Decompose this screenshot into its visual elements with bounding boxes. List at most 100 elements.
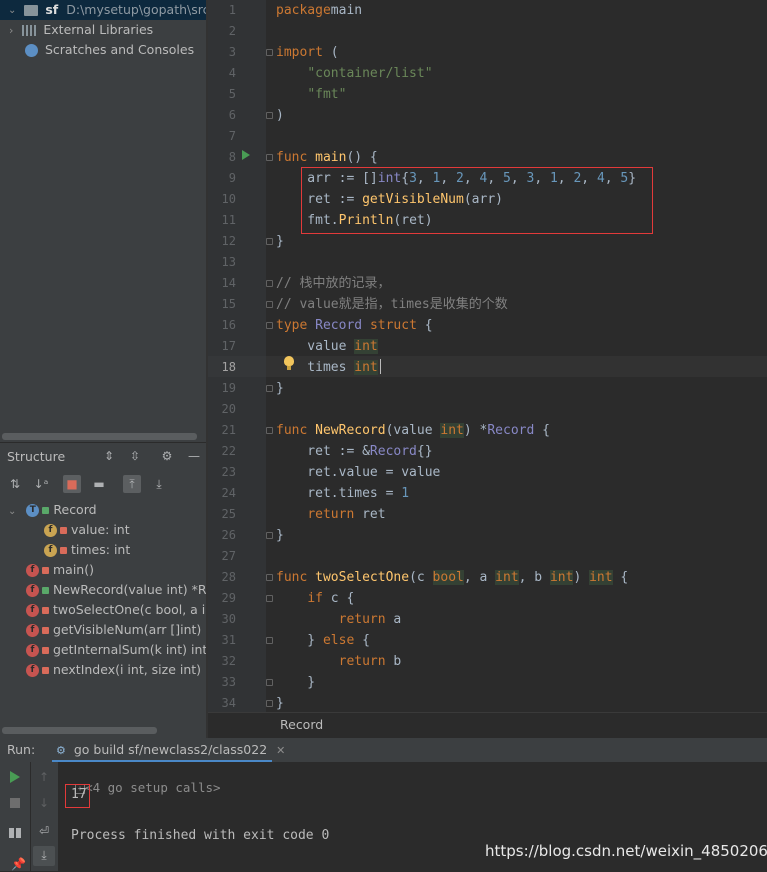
fold-marker-icon[interactable] xyxy=(266,637,273,644)
project-root-row[interactable]: ⌄ sf D:\mysetup\gopath\src\s xyxy=(0,0,220,21)
layout-icon[interactable] xyxy=(9,828,21,838)
code-line[interactable]: } xyxy=(276,525,284,546)
chevron-right-icon[interactable]: › xyxy=(9,21,13,41)
gear-icon[interactable]: ⚙ xyxy=(158,447,176,465)
structure-hscrollbar[interactable] xyxy=(2,727,157,734)
line-number: 31 xyxy=(221,633,236,647)
code-line[interactable]: import ( xyxy=(276,42,339,63)
code-line[interactable]: ret.value = value xyxy=(276,462,440,483)
chevron-down-icon[interactable]: ⌄ xyxy=(8,506,16,517)
structure-item-nextindex[interactable]: f nextIndex(i int, size int) in xyxy=(26,660,216,680)
code-line[interactable]: packagemain xyxy=(276,0,362,21)
scroll-to-end-icon[interactable]: ⤓ xyxy=(33,846,55,866)
autoscroll-from-source-icon[interactable]: ⤓ xyxy=(150,475,168,493)
fold-marker-icon[interactable] xyxy=(266,679,273,686)
code-line[interactable]: ret := &Record{} xyxy=(276,441,432,462)
stop-icon[interactable] xyxy=(10,798,20,808)
code-line[interactable]: func main() { xyxy=(276,147,378,168)
fold-marker-icon[interactable] xyxy=(266,112,273,119)
breadcrumb[interactable]: Record xyxy=(280,717,323,732)
structure-item-main[interactable]: f main() xyxy=(26,560,94,580)
code-line[interactable]: } xyxy=(276,672,315,693)
private-icon xyxy=(42,667,49,674)
lightbulb-icon[interactable] xyxy=(284,356,294,366)
code-line[interactable]: } xyxy=(276,693,284,714)
project-root-path: D:\mysetup\gopath\src\s xyxy=(66,2,221,17)
arrow-down-icon[interactable]: ↓ xyxy=(35,794,53,812)
minimize-icon[interactable]: — xyxy=(185,447,203,465)
project-hscrollbar[interactable] xyxy=(2,433,197,440)
fold-marker-icon[interactable] xyxy=(266,322,273,329)
fold-marker-icon[interactable] xyxy=(266,574,273,581)
fold-marker-icon[interactable] xyxy=(266,532,273,539)
code-line[interactable]: // 栈中放的记录， xyxy=(276,273,390,294)
collapse-all-icon[interactable]: ⇳ xyxy=(126,447,144,465)
public-icon xyxy=(42,507,50,514)
fold-marker-icon[interactable] xyxy=(266,280,273,287)
code-line[interactable]: value int xyxy=(276,336,378,357)
structure-item-twoselectone[interactable]: f twoSelectOne(c bool, a in xyxy=(26,600,213,620)
expand-all-icon[interactable]: ⇕ xyxy=(100,447,118,465)
code-line[interactable]: "container/list" xyxy=(276,63,432,84)
code-line[interactable]: } else { xyxy=(276,630,370,651)
run-tab[interactable]: ⚙ go build sf/newclass2/class022 ✕ xyxy=(52,738,289,762)
fold-marker-icon[interactable] xyxy=(266,700,273,707)
soft-wrap-icon[interactable]: ⏎ xyxy=(35,822,53,840)
autoscroll-to-source-icon[interactable]: ⤒ xyxy=(123,475,141,493)
code-line[interactable]: ) xyxy=(276,105,284,126)
code-token: int xyxy=(549,570,574,585)
code-token: } xyxy=(276,234,284,249)
code-token: int xyxy=(354,360,378,375)
run-gutter-icon[interactable] xyxy=(242,150,250,160)
fold-marker-icon[interactable] xyxy=(266,427,273,434)
private-icon xyxy=(42,607,49,614)
code-line[interactable]: func NewRecord(value int) *Record { xyxy=(276,420,550,441)
pin-icon[interactable]: 📌 xyxy=(11,857,26,871)
arrow-up-icon[interactable]: ↑ xyxy=(35,768,53,786)
sort-alpha-icon[interactable]: ↓ᵃ xyxy=(32,475,50,493)
structure-item-getinternalsum[interactable]: f getInternalSum(k int) int xyxy=(26,640,207,660)
code-line[interactable]: } xyxy=(276,231,284,252)
code-line[interactable]: // value就是指，times是收集的个数 xyxy=(276,294,508,315)
code-line[interactable]: ret.times = 1 xyxy=(276,483,409,504)
structure-item-newrecord[interactable]: f NewRecord(value int) *Re xyxy=(26,580,214,600)
show-private-icon[interactable]: ■ xyxy=(63,475,81,493)
external-libraries-row[interactable]: › External Libraries xyxy=(0,20,153,40)
code-line[interactable]: return ret xyxy=(276,504,385,525)
fold-marker-icon[interactable] xyxy=(266,238,273,245)
chevron-down-icon[interactable]: ⌄ xyxy=(8,1,16,21)
fold-marker-icon[interactable] xyxy=(266,595,273,602)
fold-marker-icon[interactable] xyxy=(266,154,273,161)
structure-item-label: twoSelectOne(c bool, a in xyxy=(53,602,214,617)
lightbulb-base xyxy=(287,366,291,370)
code-line[interactable]: } xyxy=(276,378,284,399)
code-line[interactable]: if c { xyxy=(276,588,354,609)
structure-item-record[interactable]: ⌄ T Record xyxy=(8,500,97,520)
fold-marker-icon[interactable] xyxy=(266,301,273,308)
code-line[interactable]: return a xyxy=(276,609,402,630)
line-number: 32 xyxy=(221,654,236,668)
scratches-row[interactable]: Scratches and Consoles xyxy=(0,40,194,60)
run-toolbar: 📌 xyxy=(0,762,30,871)
code-line[interactable]: "fmt" xyxy=(276,84,346,105)
code-line[interactable]: return b xyxy=(276,651,402,672)
code-line[interactable]: func twoSelectOne(c bool, a int, b int) … xyxy=(276,567,628,588)
code-token: twoSelectOne xyxy=(315,570,410,585)
close-icon[interactable]: ✕ xyxy=(276,744,285,757)
structure-item-value[interactable]: f value: int xyxy=(44,520,130,540)
code-token: int xyxy=(440,423,464,438)
structure-item-label: value: int xyxy=(71,522,130,537)
code-line[interactable]: type Record struct { xyxy=(276,315,433,336)
structure-item-times[interactable]: f times: int xyxy=(44,540,130,560)
rerun-icon[interactable] xyxy=(10,771,20,783)
sort-by-type-icon[interactable]: ⇅ xyxy=(6,475,24,493)
code-token: bool xyxy=(432,570,464,585)
line-number: 16 xyxy=(221,318,236,332)
go-build-icon: ⚙ xyxy=(56,744,66,757)
fold-marker-icon[interactable] xyxy=(266,385,273,392)
fold-marker-icon[interactable] xyxy=(266,49,273,56)
code-token: ) xyxy=(573,570,590,585)
show-fields-icon[interactable]: ▬ xyxy=(90,475,108,493)
structure-item-getvisiblenum[interactable]: f getVisibleNum(arr []int) in xyxy=(26,620,217,640)
